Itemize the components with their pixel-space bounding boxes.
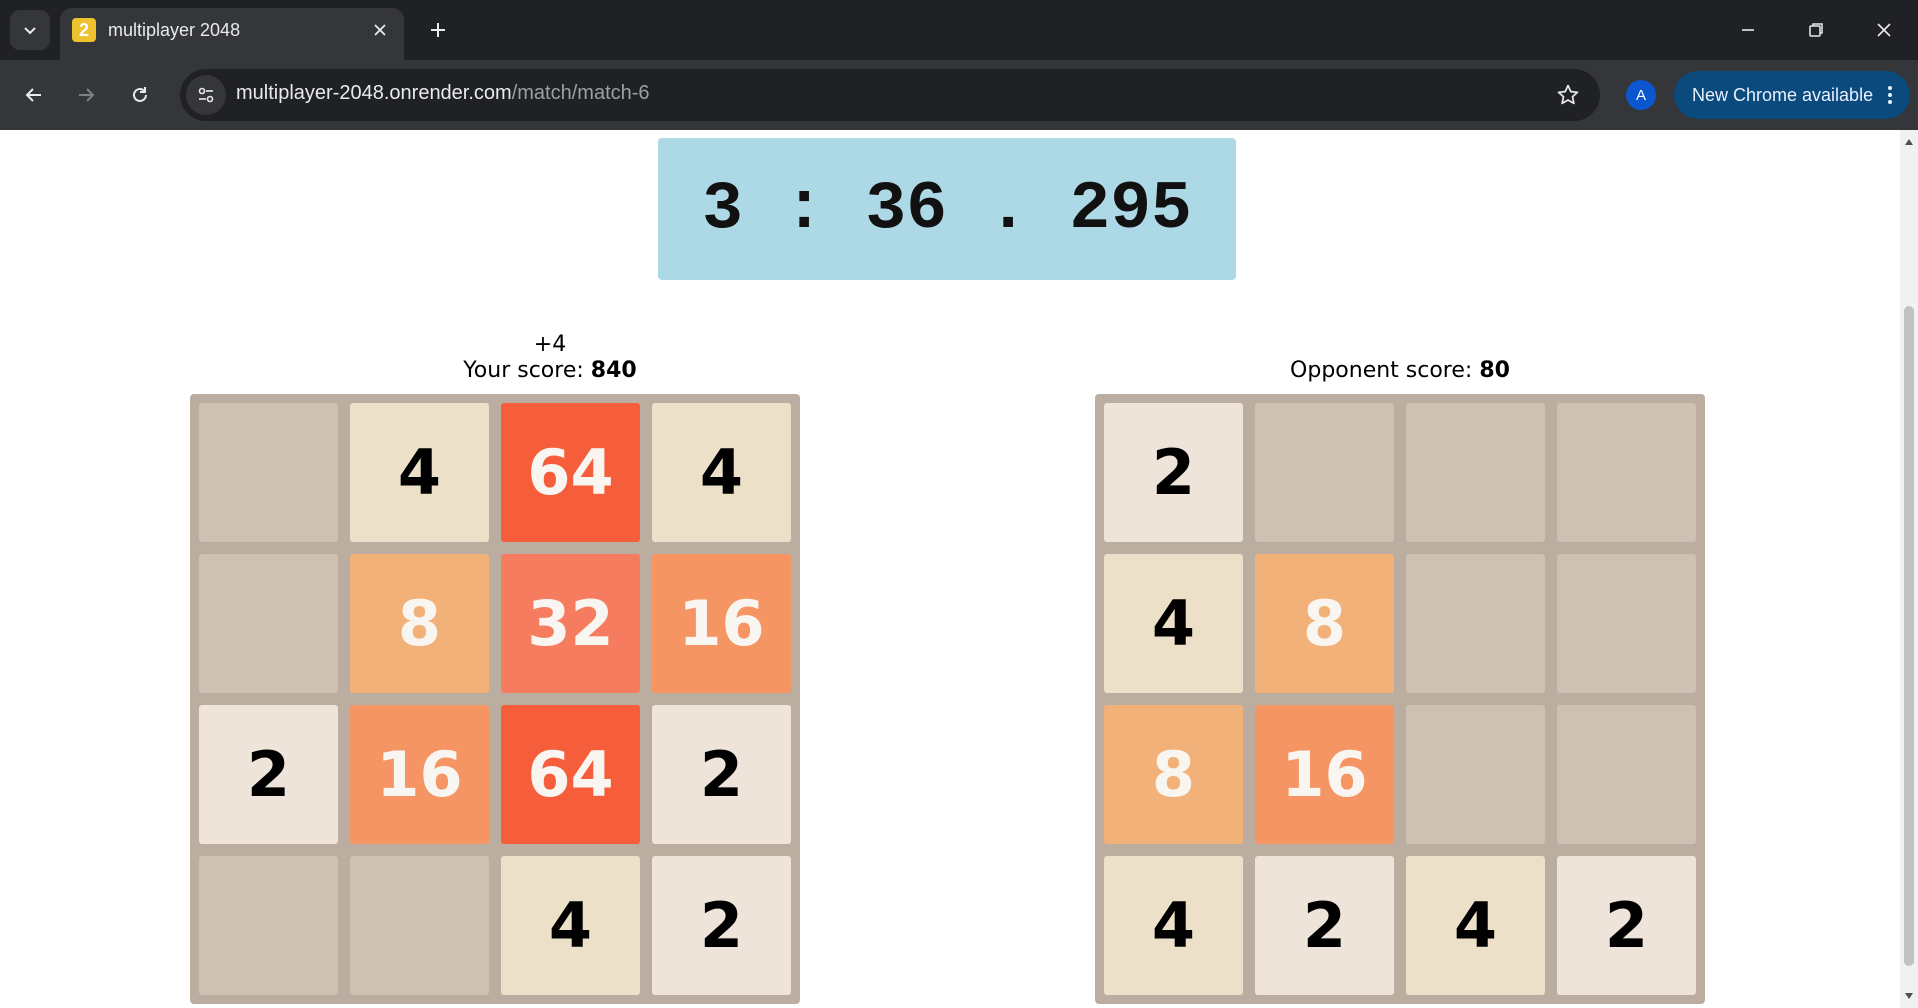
opponent-score-line: Opponent score: 80	[1190, 358, 1610, 384]
tile-16: 16	[350, 705, 489, 844]
reload-icon	[133, 87, 147, 102]
tile-64: 64	[501, 705, 640, 844]
plus-icon	[431, 23, 445, 37]
tile-2: 2	[652, 705, 791, 844]
restore-icon	[1809, 23, 1823, 37]
tile-4: 4	[1104, 856, 1243, 995]
browser-toolbar: multiplayer-2048.onrender.com/match/matc…	[0, 60, 1918, 130]
star-icon	[1557, 84, 1579, 105]
minimize-icon	[1742, 29, 1754, 31]
scroll-down-button[interactable]	[1900, 988, 1918, 1004]
back-button[interactable]	[14, 75, 54, 115]
url-host: multiplayer-2048.onrender.com	[236, 82, 512, 104]
tile-8: 8	[350, 554, 489, 693]
tile-2: 2	[199, 705, 338, 844]
arrow-right-icon	[79, 88, 95, 102]
player-score-delta: +4	[533, 332, 567, 357]
tile-8: 8	[1104, 705, 1243, 844]
tile-16: 16	[1255, 705, 1394, 844]
empty-cell	[199, 403, 338, 542]
page-scrollbar[interactable]	[1900, 130, 1918, 1008]
tile-2: 2	[1557, 856, 1696, 995]
empty-cell	[1255, 403, 1394, 542]
empty-cell	[1406, 705, 1545, 844]
tile-4: 4	[652, 403, 791, 542]
chevron-down-icon	[24, 27, 36, 35]
opponent-score-label: Opponent score:	[1290, 358, 1480, 383]
empty-cell	[1557, 705, 1696, 844]
page-viewport: 3 : 36 . 295 +4 Your score: 840 Opponent…	[0, 130, 1900, 1008]
scroll-thumb[interactable]	[1904, 306, 1914, 966]
tile-32: 32	[501, 554, 640, 693]
update-chip-label: New Chrome available	[1692, 84, 1874, 105]
reload-button[interactable]	[120, 75, 160, 115]
tile-8: 8	[1255, 554, 1394, 693]
empty-cell	[199, 856, 338, 995]
tab-title: multiplayer 2048	[108, 20, 241, 40]
kebab-menu-icon	[1888, 86, 1892, 104]
tab-strip: 2 multiplayer 2048	[0, 0, 1918, 60]
new-tab-button[interactable]	[418, 12, 458, 48]
tile-4: 4	[350, 403, 489, 542]
player-score-panel: +4 Your score: 840	[390, 332, 710, 384]
tile-4: 4	[1406, 856, 1545, 995]
empty-cell	[1406, 554, 1545, 693]
empty-cell	[1406, 403, 1545, 542]
triangle-down-icon	[1905, 993, 1913, 999]
update-chrome-button[interactable]: New Chrome available	[1674, 71, 1910, 119]
bookmark-button[interactable]	[1554, 81, 1582, 109]
close-icon	[1877, 23, 1891, 37]
tile-16: 16	[652, 554, 791, 693]
tab-search-button[interactable]	[10, 10, 50, 50]
tile-2: 2	[652, 856, 791, 995]
player-score-label: Your score:	[463, 358, 591, 383]
player-board[interactable]: 4 64 4 8 32 16 2 16 64 2 4 2	[190, 394, 800, 1004]
empty-cell	[199, 554, 338, 693]
tile-2: 2	[1255, 856, 1394, 995]
site-info-button[interactable]	[186, 75, 226, 115]
browser-tab[interactable]: 2 multiplayer 2048	[60, 8, 404, 60]
tile-4: 4	[1104, 554, 1243, 693]
close-icon	[374, 24, 386, 36]
opponent-board: 2 4 8 8 16 4 2 4 2	[1095, 394, 1705, 1004]
empty-cell	[1557, 403, 1696, 542]
triangle-up-icon	[1905, 139, 1913, 145]
tile-64: 64	[501, 403, 640, 542]
minimize-button[interactable]	[1714, 0, 1782, 60]
player-score-value: 840	[590, 358, 637, 383]
opponent-score-value: 80	[1479, 358, 1510, 383]
restore-button[interactable]	[1782, 0, 1850, 60]
tile-4: 4	[501, 856, 640, 995]
arrow-left-icon	[25, 88, 41, 102]
scroll-up-button[interactable]	[1900, 134, 1918, 150]
empty-cell	[350, 856, 489, 995]
more-menu-button[interactable]	[1882, 83, 1898, 107]
tile-2: 2	[1104, 403, 1243, 542]
match-timer: 3 : 36 . 295	[658, 138, 1236, 280]
profile-avatar[interactable]: A	[1626, 80, 1656, 110]
close-window-button[interactable]	[1850, 0, 1918, 60]
url-path: /match/match-6	[511, 82, 650, 104]
tune-icon	[198, 87, 214, 103]
empty-cell	[1557, 554, 1696, 693]
opponent-score-panel: Opponent score: 80	[1190, 358, 1610, 384]
url-text: multiplayer-2048.onrender.com/match/matc…	[236, 82, 650, 105]
forward-button[interactable]	[66, 75, 106, 115]
tab-favicon: 2	[72, 18, 96, 42]
address-bar[interactable]: multiplayer-2048.onrender.com/match/matc…	[180, 69, 1600, 121]
tab-close-button[interactable]	[368, 18, 392, 42]
player-score-line: Your score: 840	[390, 358, 710, 384]
